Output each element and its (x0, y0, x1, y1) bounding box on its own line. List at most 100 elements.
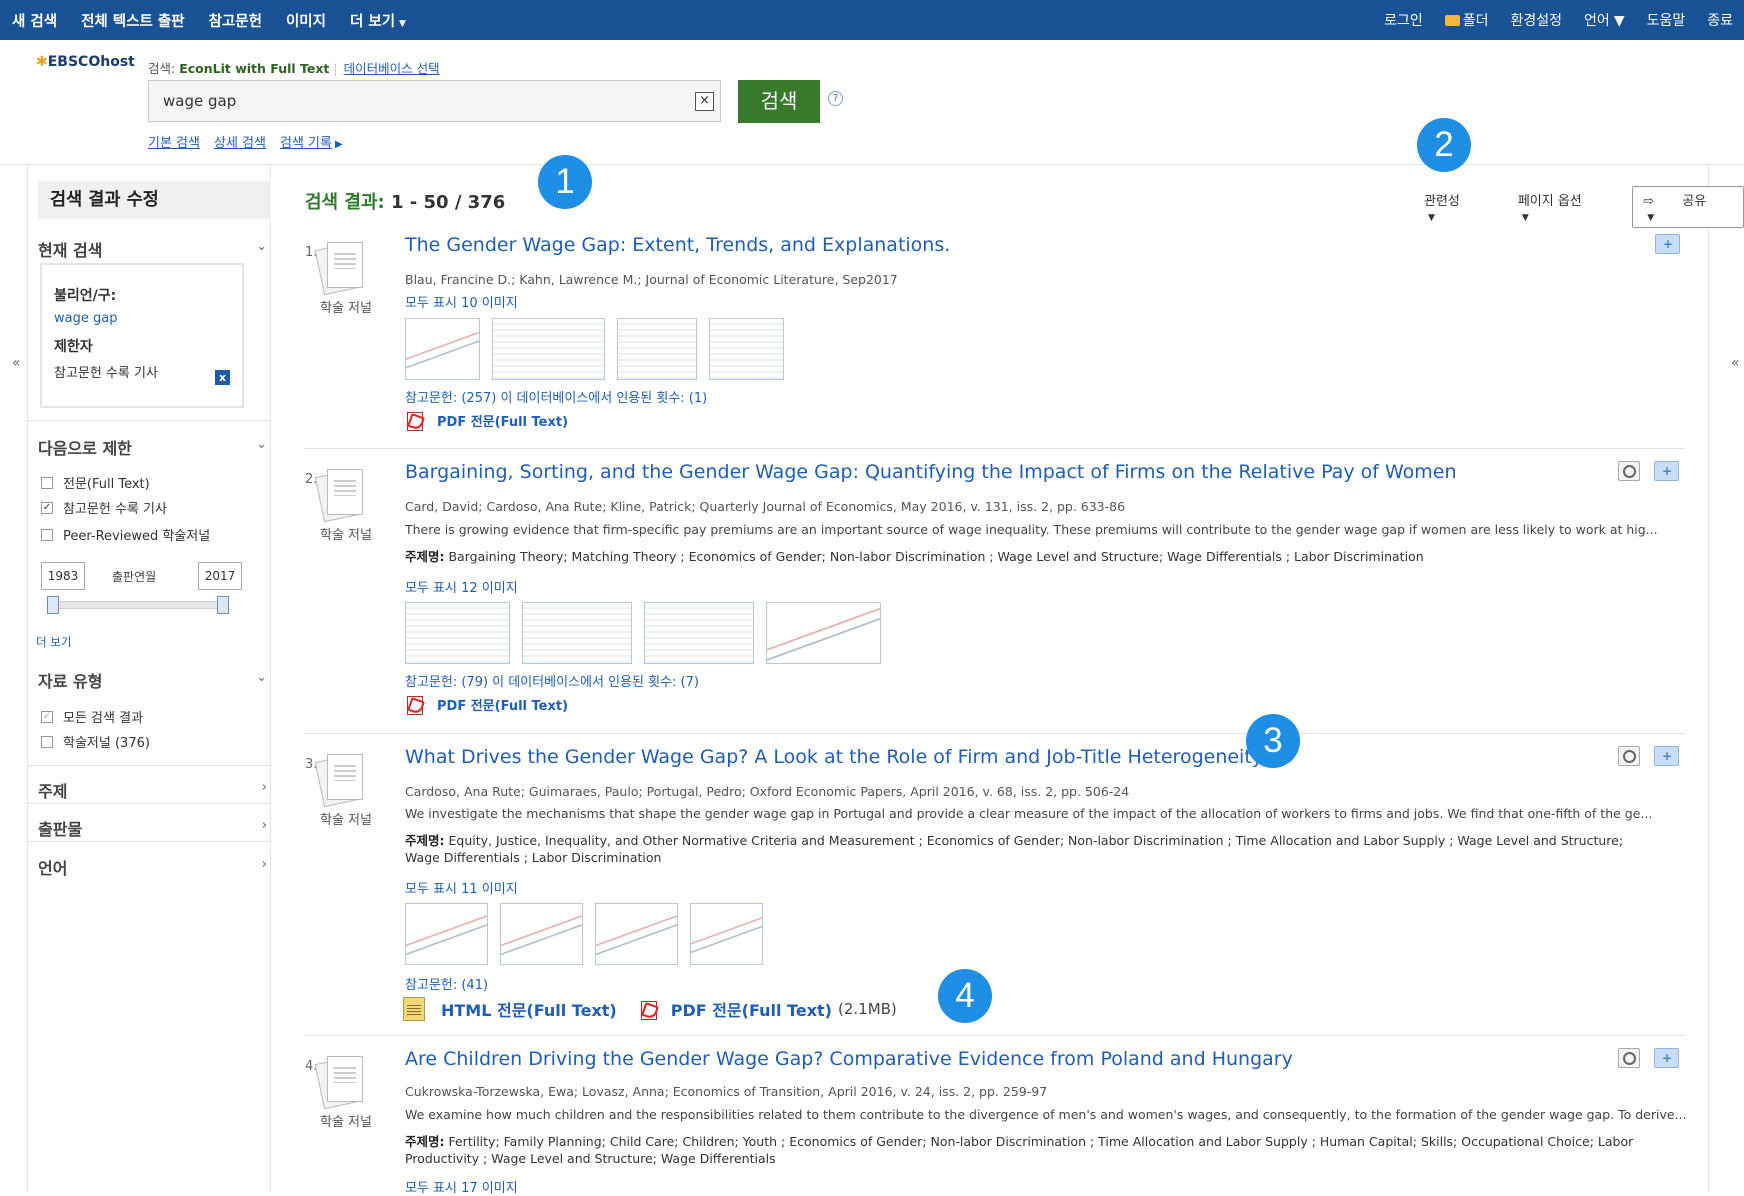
collapse-right-icon[interactable]: « (1731, 355, 1740, 371)
image-thumbnail[interactable] (522, 602, 632, 664)
add-to-folder-icon[interactable] (1654, 746, 1679, 766)
date-range-slider[interactable] (47, 596, 229, 614)
show-all-images-link[interactable]: 모두 표시 12 이미지 (405, 577, 518, 596)
checkbox-checked[interactable]: ✓ (41, 710, 53, 723)
slider-handle-end[interactable] (217, 596, 229, 614)
academic-journal-icon[interactable] (314, 469, 365, 523)
image-thumbnail[interactable] (766, 602, 881, 664)
checkbox[interactable] (41, 476, 53, 489)
pdf-full-text-link[interactable]: PDF 전문(Full Text) (639, 997, 832, 1021)
result-title-link[interactable]: Are Children Driving the Gender Wage Gap… (405, 1048, 1293, 1070)
collapse-left-icon[interactable]: « (12, 355, 21, 371)
academic-journal-icon[interactable] (314, 754, 365, 808)
references-link[interactable]: 참고문헌: (257) 이 데이터베이스에서 인용된 횟수: (1) (405, 387, 707, 406)
limit-to-section[interactable]: 다음으로 제한 ⌄ (38, 435, 271, 459)
nav-exit[interactable]: 종료 (1696, 10, 1744, 30)
facet-language[interactable]: 언어 › (38, 855, 271, 879)
nav-new-search[interactable]: 새 검색 (0, 10, 69, 31)
pdf-full-text-link[interactable]: PDF 전문(Full Text) (405, 693, 568, 715)
academic-journals-checkbox-row[interactable]: 학술저널 (376) (41, 732, 150, 751)
result-item: 4. 학술 저널 Are Children Driving the Gender… (305, 1035, 1686, 1196)
academic-journal-icon[interactable] (314, 242, 365, 296)
all-results-checkbox-row[interactable]: ✓ 모든 검색 결과 (41, 707, 143, 726)
page-options-dropdown[interactable]: 페이지 옵션▼ (1518, 190, 1608, 224)
preview-magnifier-icon[interactable] (1618, 461, 1640, 481)
show-all-images-link[interactable]: 모두 표시 10 이미지 (405, 292, 518, 311)
checkbox-label: 모든 검색 결과 (63, 711, 144, 726)
image-thumbnail[interactable] (492, 318, 605, 380)
search-header: ✱EBSCOhost 검색: EconLit with Full Text | 데… (0, 40, 1744, 165)
academic-journal-icon[interactable] (314, 1056, 365, 1110)
add-to-folder-icon[interactable] (1654, 1048, 1679, 1068)
search-prefix: 검색: (148, 61, 176, 76)
preview-magnifier-icon[interactable] (1618, 746, 1640, 766)
show-all-images-link[interactable]: 모두 표시 11 이미지 (405, 878, 518, 897)
search-button[interactable]: 검색 (738, 80, 820, 123)
result-title-link[interactable]: The Gender Wage Gap: Extent, Trends, and… (405, 234, 950, 256)
html-full-text-link[interactable]: HTML 전문(Full Text) (403, 997, 617, 1021)
image-thumbnail[interactable] (690, 903, 763, 965)
image-thumbnails (405, 602, 893, 664)
nav-help[interactable]: 도움말 (1636, 10, 1697, 30)
checkbox-checked[interactable]: ✓ (41, 501, 53, 514)
slider-handle-start[interactable] (47, 596, 59, 614)
choose-databases-link[interactable]: 데이터베이스 선택 (344, 61, 440, 76)
html-full-text-icon (403, 997, 425, 1021)
image-thumbnail[interactable] (709, 318, 784, 380)
sort-dropdown[interactable]: 관련성▼ (1424, 190, 1494, 224)
year-to-input[interactable]: 2017 (198, 562, 242, 590)
right-edge-panel: « (1708, 165, 1744, 1192)
ebscohost-logo[interactable]: ✱EBSCOhost (36, 54, 135, 70)
nav-references[interactable]: 참고문헌 (197, 10, 274, 31)
nav-full-text-publications[interactable]: 전체 텍스트 출판 (69, 10, 196, 31)
help-icon[interactable]: ? (828, 91, 843, 106)
result-title-link[interactable]: What Drives the Gender Wage Gap? A Look … (405, 746, 1263, 768)
image-thumbnail[interactable] (617, 318, 697, 380)
image-thumbnail[interactable] (405, 318, 480, 380)
image-thumbnail[interactable] (500, 903, 583, 965)
references-link[interactable]: 참고문헌: (41) (405, 974, 488, 993)
boolean-value-link[interactable]: wage gap (54, 311, 117, 326)
image-thumbnail[interactable] (644, 602, 754, 664)
show-more-link[interactable]: 더 보기 (36, 634, 71, 650)
nav-preferences[interactable]: 환경설정 (1500, 10, 1574, 30)
full-text-checkbox-row[interactable]: 전문(Full Text) (41, 473, 150, 492)
nav-folder[interactable]: 폴더 (1434, 10, 1500, 30)
refine-results-sidebar: 검색 결과 수정 현재 검색 ⌄ 불리언/구: wage gap 제한자 참고문헌… (28, 165, 271, 1192)
search-input[interactable] (148, 80, 721, 122)
search-history-link[interactable]: 검색 기록 (280, 136, 332, 151)
annotation-badge-1: 1 (538, 155, 592, 209)
nav-login[interactable]: 로그인 (1373, 10, 1434, 30)
image-thumbnail[interactable] (405, 903, 488, 965)
image-thumbnail[interactable] (405, 602, 510, 664)
result-title-link[interactable]: Bargaining, Sorting, and the Gender Wage… (405, 461, 1457, 483)
pdf-full-text-link[interactable]: PDF 전문(Full Text) (405, 409, 568, 431)
peer-reviewed-checkbox-row[interactable]: Peer-Reviewed 학술저널 (41, 525, 210, 544)
add-to-folder-icon[interactable] (1654, 461, 1679, 481)
annotation-badge-2: 2 (1417, 118, 1471, 172)
nav-images[interactable]: 이미지 (274, 10, 338, 31)
source-types-section[interactable]: 자료 유형 ⌄ (38, 668, 271, 692)
nav-language[interactable]: 언어 ▼ (1573, 10, 1636, 30)
nav-language-label: 언어 (1584, 13, 1610, 29)
basic-search-link[interactable]: 기본 검색 (148, 136, 200, 151)
advanced-search-link[interactable]: 상세 검색 (214, 136, 266, 151)
preview-magnifier-icon[interactable] (1618, 1048, 1640, 1068)
add-to-folder-icon[interactable] (1655, 234, 1680, 254)
show-all-images-link[interactable]: 모두 표시 17 이미지 (405, 1177, 518, 1196)
clear-search-button[interactable]: × (695, 92, 714, 111)
facet-publication[interactable]: 출판물 › (38, 816, 271, 840)
refine-results-heading: 검색 결과 수정 (38, 181, 271, 219)
year-from-input[interactable]: 1983 (41, 562, 85, 590)
image-thumbnail[interactable] (595, 903, 678, 965)
top-navigation-bar: 새 검색 전체 텍스트 출판 참고문헌 이미지 더 보기 ▼ 로그인 폴더 환경설… (0, 0, 1744, 40)
checkbox[interactable] (41, 528, 53, 541)
facet-subject[interactable]: 주제 › (38, 778, 271, 802)
references-available-checkbox-row[interactable]: ✓ 참고문헌 수록 기사 (41, 498, 167, 517)
remove-limiter-icon[interactable]: x (215, 370, 230, 385)
references-link[interactable]: 참고문헌: (79) 이 데이터베이스에서 인용된 횟수: (7) (405, 671, 699, 690)
checkbox[interactable] (41, 735, 53, 748)
current-search-section[interactable]: 현재 검색 ⌄ (38, 237, 271, 261)
nav-more[interactable]: 더 보기 ▼ (338, 10, 418, 31)
results-range: 1 - 50 / 376 (391, 192, 506, 213)
